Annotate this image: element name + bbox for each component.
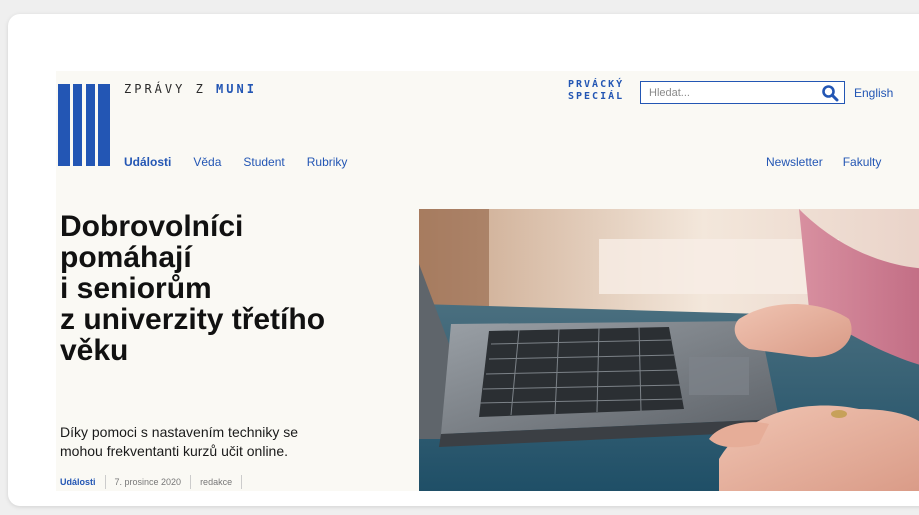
article-meta: Události 7. prosince 2020 redakce — [60, 475, 251, 489]
nav-item-rubriky[interactable]: Rubriky — [307, 155, 348, 169]
headline-line: pomáhají — [60, 241, 192, 274]
search-icon[interactable] — [821, 84, 839, 102]
subhead-line: mohou frekventanti kurzů učit online. — [60, 443, 289, 459]
nav-item-veda[interactable]: Věda — [193, 155, 221, 169]
article-category[interactable]: Události — [60, 477, 96, 487]
nav-item-fakulty[interactable]: Fakulty — [843, 155, 882, 169]
meta-divider — [104, 475, 106, 489]
screenshot-card: ZPRÁVY Z MUNI Události Věda Student Rubr… — [8, 14, 919, 506]
headline-line: věku — [60, 334, 129, 367]
subhead-line: Díky pomoci s nastavením techniky se — [60, 424, 299, 440]
headline-line: z univerzity třetího — [60, 303, 326, 336]
headline-line: i seniorům — [60, 272, 212, 305]
nav-item-udalosti[interactable]: Události — [124, 155, 171, 169]
article-hero-image[interactable] — [419, 209, 919, 491]
special-line-1: PRVÁCKÝ — [568, 79, 625, 90]
news-page: ZPRÁVY Z MUNI Události Věda Student Rubr… — [56, 71, 919, 491]
meta-divider — [190, 475, 192, 489]
site-title-brand: MUNI — [216, 82, 257, 96]
main-nav: Události Věda Student Rubriky — [124, 155, 347, 169]
special-line-2: SPECIÁL — [568, 91, 625, 102]
muni-logo[interactable] — [58, 84, 110, 166]
meta-divider — [241, 475, 243, 489]
search-box — [640, 81, 845, 104]
nav-item-newsletter[interactable]: Newsletter — [766, 155, 823, 169]
secondary-nav: Newsletter Fakulty — [766, 155, 881, 169]
article-subheadline: Díky pomoci s nastavením techniky se moh… — [60, 423, 405, 461]
article-headline[interactable]: Dobrovolníci pomáhají i seniorům z unive… — [60, 211, 405, 366]
language-switch[interactable]: English — [854, 86, 893, 100]
site-title-prefix: ZPRÁVY Z — [124, 82, 217, 96]
nav-item-student[interactable]: Student — [243, 155, 284, 169]
special-link[interactable]: PRVÁCKÝ SPECIÁL — [568, 79, 624, 103]
headline-line: Dobrovolníci — [60, 210, 244, 243]
search-input[interactable] — [641, 82, 816, 103]
site-title[interactable]: ZPRÁVY Z MUNI — [124, 82, 257, 96]
article-date: 7. prosince 2020 — [114, 477, 182, 487]
article-author: redakce — [200, 477, 233, 487]
